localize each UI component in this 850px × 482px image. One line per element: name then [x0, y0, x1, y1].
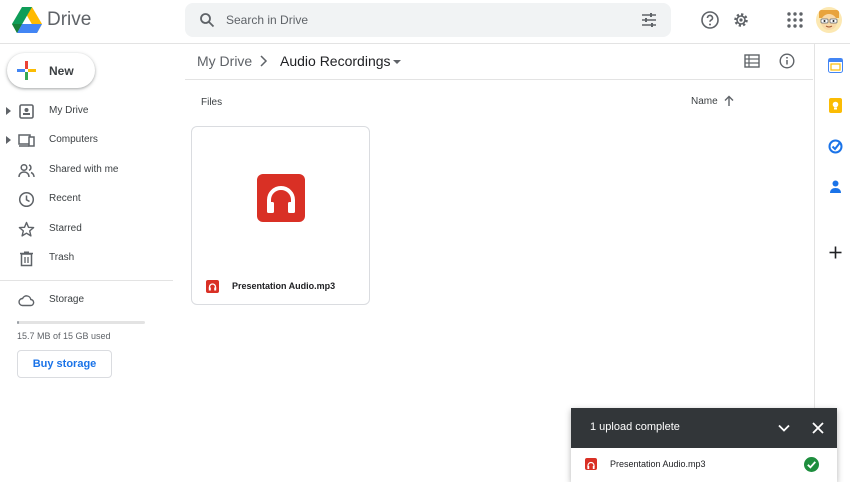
add-addon-plus-icon[interactable]: [828, 245, 843, 260]
file-name: Presentation Audio.mp3: [232, 281, 336, 291]
audio-file-icon: [206, 280, 219, 293]
main-header-divider: [185, 79, 813, 80]
sidebar-item-trash[interactable]: Trash: [0, 245, 175, 271]
files-section-label: Files: [201, 97, 223, 108]
contacts-icon[interactable]: [828, 179, 843, 194]
calendar-icon[interactable]: [828, 58, 843, 73]
sidebar-item-shared-with-me[interactable]: Shared with me: [0, 157, 175, 183]
cloud-icon: [18, 295, 35, 307]
sidebar-item-label: Storage: [49, 294, 85, 305]
expand-caret-icon[interactable]: [6, 107, 11, 115]
sidebar-item-storage[interactable]: Storage: [0, 287, 175, 313]
upload-item-name: Presentation Audio.mp3: [610, 459, 706, 469]
search-input[interactable]: Search in Drive: [226, 13, 308, 27]
sidebar-item-label: My Drive: [49, 105, 89, 116]
buy-storage-label: Buy storage: [32, 358, 97, 370]
shared-icon: [18, 163, 35, 178]
sidebar-item-label: Recent: [49, 193, 81, 204]
sidebar-item-label: Computers: [49, 134, 98, 145]
new-button-label: New: [49, 64, 74, 78]
collapse-chevron-down-icon[interactable]: [776, 420, 792, 436]
my-drive-icon: [19, 104, 34, 119]
upload-item-row[interactable]: Presentation Audio.mp3: [571, 448, 837, 482]
sidebar-item-computers[interactable]: Computers: [0, 127, 175, 153]
list-view-icon[interactable]: [744, 54, 760, 68]
top-bar: Drive Search in Drive: [0, 0, 850, 44]
search-icon[interactable]: [199, 12, 215, 28]
chevron-right-icon: [260, 55, 268, 67]
tasks-icon[interactable]: [828, 139, 843, 154]
apps-grid-icon[interactable]: [785, 10, 805, 30]
trash-icon: [20, 251, 33, 267]
breadcrumb-current-folder[interactable]: Audio Recordings: [280, 53, 391, 69]
computers-icon: [18, 134, 35, 147]
close-icon[interactable]: [810, 420, 826, 436]
app-name[interactable]: Drive: [47, 9, 91, 31]
info-icon[interactable]: [779, 53, 795, 69]
buy-storage-button[interactable]: Buy storage: [17, 350, 112, 378]
check-circle-icon: [804, 457, 819, 472]
search-options-icon[interactable]: [641, 12, 657, 28]
breadcrumb-my-drive[interactable]: My Drive: [197, 53, 252, 69]
upload-panel-title: 1 upload complete: [590, 421, 680, 433]
new-button[interactable]: New: [7, 53, 95, 88]
storage-usage-text: 15.7 MB of 15 GB used: [17, 331, 111, 341]
sidebar-item-label: Starred: [49, 223, 82, 234]
file-card-footer: Presentation Audio.mp3: [192, 274, 369, 306]
folder-menu-dropdown-icon[interactable]: [393, 60, 401, 64]
sidebar-item-label: Shared with me: [49, 164, 119, 175]
file-card[interactable]: Presentation Audio.mp3: [191, 126, 370, 305]
sidebar-divider: [0, 280, 173, 281]
sidebar-item-my-drive[interactable]: My Drive: [0, 98, 175, 124]
storage-usage-fill: [17, 321, 19, 324]
sidebar-item-recent[interactable]: Recent: [0, 186, 175, 212]
keep-icon[interactable]: [828, 98, 843, 113]
arrow-up-icon[interactable]: [723, 95, 735, 107]
search-bar[interactable]: Search in Drive: [185, 3, 671, 37]
star-icon: [18, 221, 35, 237]
headphones-icon: [257, 174, 305, 222]
help-icon[interactable]: [700, 10, 720, 30]
settings-gear-icon[interactable]: [731, 10, 751, 30]
storage-usage-bar: [17, 321, 145, 324]
expand-caret-icon[interactable]: [6, 136, 11, 144]
audio-file-icon: [585, 458, 597, 470]
plus-icon: [17, 61, 36, 80]
sort-by-name-button[interactable]: Name: [691, 96, 718, 107]
clock-icon: [18, 191, 35, 208]
upload-status-panel: 1 upload complete Presentation Audio.mp3: [571, 408, 837, 482]
account-avatar[interactable]: [816, 7, 842, 33]
sidebar-item-starred[interactable]: Starred: [0, 216, 175, 242]
sidebar-item-label: Trash: [49, 252, 75, 263]
drive-logo-icon[interactable]: [12, 7, 42, 33]
avatar-face-icon: [819, 10, 839, 30]
upload-panel-header: 1 upload complete: [571, 408, 837, 448]
